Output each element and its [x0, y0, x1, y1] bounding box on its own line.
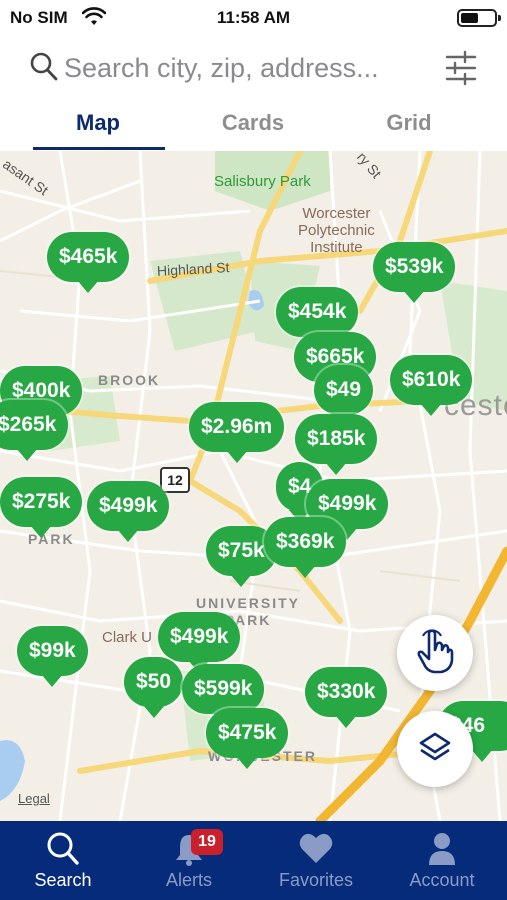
search-icon	[30, 52, 58, 87]
price-pin[interactable]: $475k	[206, 708, 289, 769]
nav-search[interactable]: Search	[0, 821, 126, 900]
price-pin[interactable]: $265k	[0, 400, 69, 461]
hand-pointer-icon	[415, 628, 455, 679]
price-pin[interactable]: $185k	[295, 414, 378, 475]
heart-icon	[253, 831, 379, 867]
price-pin[interactable]: $369k	[264, 517, 347, 578]
map-label-wpi: Worcester Polytechnic Institute	[298, 205, 375, 256]
map-layers-button[interactable]	[397, 711, 473, 787]
nav-account-label: Account	[409, 870, 475, 890]
price-pin[interactable]: $599k	[182, 664, 265, 725]
alerts-count-badge: 19	[191, 829, 223, 855]
price-pin[interactable]: $99k	[17, 626, 88, 687]
route-12-shield: 12	[160, 467, 190, 493]
price-pin[interactable]: $50	[124, 657, 184, 718]
price-pin[interactable]: $499k	[87, 481, 170, 542]
tab-cards[interactable]: Cards	[188, 110, 318, 136]
price-pin[interactable]: $465k	[47, 232, 130, 293]
price-pin[interactable]: $499k	[158, 612, 241, 673]
nav-favorites[interactable]: Favorites	[253, 821, 379, 900]
view-tabs: Map Cards Grid	[0, 100, 507, 152]
bottom-tab-bar: Search Alerts Favorites Account	[0, 821, 507, 900]
map-view[interactable]: Salisbury Park Worcester Polytechnic Ins…	[0, 151, 507, 821]
map-legal-link[interactable]: Legal	[18, 791, 50, 806]
price-pin[interactable]: $330k	[305, 667, 388, 728]
search-icon	[0, 831, 126, 867]
tab-map[interactable]: Map	[33, 110, 163, 136]
price-pin[interactable]: $539k	[373, 242, 456, 303]
bell-icon	[126, 831, 252, 867]
search-bar	[0, 40, 507, 96]
price-pin[interactable]: $2.96m	[189, 402, 285, 463]
nav-alerts[interactable]: Alerts	[126, 821, 252, 900]
price-pin[interactable]: $49	[314, 365, 374, 426]
nav-account[interactable]: Account	[379, 821, 505, 900]
map-label-salisbury-park: Salisbury Park	[214, 173, 311, 190]
status-bar: No SIM 11:58 AM	[0, 0, 507, 34]
battery-icon	[457, 9, 501, 27]
layers-icon	[418, 732, 452, 767]
map-label-clark: Clark U	[102, 629, 153, 646]
nav-search-label: Search	[34, 870, 92, 890]
person-icon	[379, 831, 505, 867]
price-pin[interactable]: $454k	[276, 287, 359, 348]
active-tab-indicator	[33, 147, 165, 150]
price-pin[interactable]: $275k	[0, 477, 83, 538]
clock: 11:58 AM	[216, 8, 291, 27]
draw-search-button[interactable]	[397, 615, 473, 691]
search-input[interactable]	[64, 46, 434, 90]
nav-alerts-label: Alerts	[165, 870, 212, 890]
nav-favorites-label: Favorites	[278, 870, 354, 890]
price-pin[interactable]: $610k	[390, 355, 473, 416]
filter-sliders-icon[interactable]	[445, 50, 477, 91]
tab-grid[interactable]: Grid	[344, 110, 474, 136]
map-label-brook: BROOK	[98, 372, 161, 388]
